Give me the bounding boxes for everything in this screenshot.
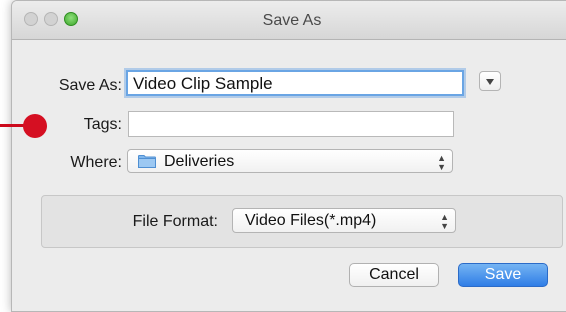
save-as-field[interactable]: Video Clip Sample xyxy=(126,70,464,96)
cancel-button[interactable]: Cancel xyxy=(349,263,439,287)
window-title: Save As xyxy=(262,12,322,29)
tags-field[interactable] xyxy=(128,111,454,137)
save-button[interactable]: Save xyxy=(458,263,548,287)
file-format-popup[interactable]: Video Files(*.mp4) ▲ ▼ xyxy=(232,208,456,233)
save-as-label: Save As: xyxy=(58,77,122,94)
file-format-label: File Format: xyxy=(132,213,218,230)
red-pointer-marker xyxy=(23,114,47,138)
file-format-value: Video Files(*.mp4) xyxy=(245,212,377,229)
where-popup[interactable]: Deliveries ▲ ▼ xyxy=(127,149,453,173)
title-bar: Save As xyxy=(12,1,566,40)
up-down-arrows-icon: ▲ ▼ xyxy=(437,153,446,172)
save-as-dialog: Save As Save As: Video Clip Sample Tags:… xyxy=(11,0,566,312)
where-value: Deliveries xyxy=(164,153,235,170)
up-down-arrows-icon: ▲ ▼ xyxy=(440,212,449,231)
expand-button[interactable] xyxy=(479,71,501,91)
folder-icon xyxy=(138,155,156,168)
chevron-down-icon xyxy=(486,79,494,85)
where-label: Where: xyxy=(70,154,122,171)
